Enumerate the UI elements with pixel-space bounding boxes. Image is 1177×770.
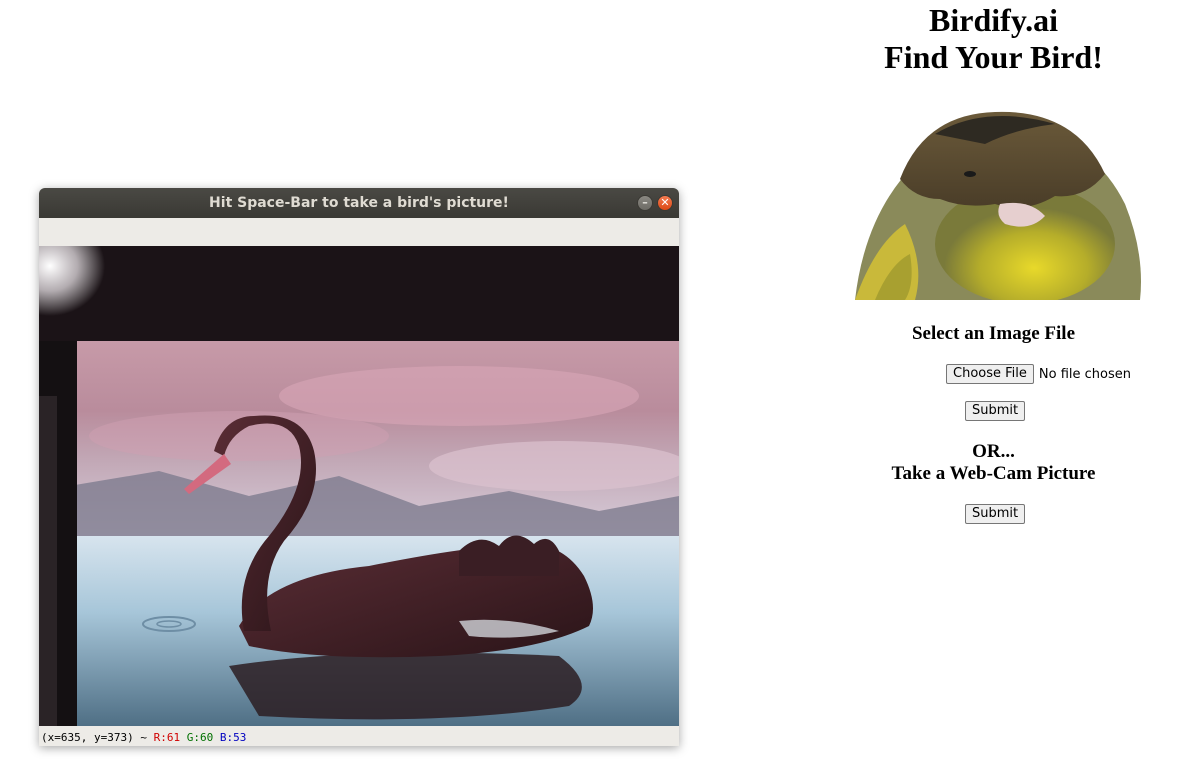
status-coords: (x=635, y=373) ~ — [41, 731, 154, 744]
file-status-text: No file chosen — [1038, 366, 1131, 382]
window-titlebar[interactable]: Hit Space-Bar to take a bird's picture! … — [39, 188, 679, 218]
status-red: R:61 — [153, 731, 181, 744]
site-title: Birdify.ai — [929, 2, 1058, 38]
window-toolbar — [39, 218, 679, 246]
window-title: Hit Space-Bar to take a bird's picture! — [209, 195, 509, 211]
submit-file-button[interactable]: Submit — [965, 401, 1026, 421]
or-section: OR... Take a Web-Cam Picture — [810, 441, 1177, 485]
webcam-heading: Take a Web-Cam Picture — [891, 463, 1096, 484]
webcam-image — [39, 246, 679, 726]
submit-webcam-button[interactable]: Submit — [965, 504, 1026, 524]
camera-window: Hit Space-Bar to take a bird's picture! … — [39, 188, 679, 746]
hero-bird-image — [855, 111, 1141, 300]
select-file-heading: Select an Image File — [911, 323, 1076, 344]
close-icon[interactable]: ✕ — [657, 195, 673, 211]
choose-file-button[interactable]: Choose File — [946, 364, 1034, 384]
window-controls: – ✕ — [637, 195, 673, 211]
birdify-page: Birdify.ai Find Your Bird! Select an Ima… — [810, 0, 1177, 524]
site-subtitle: Find Your Bird! — [884, 39, 1103, 75]
webcam-frame[interactable] — [39, 246, 679, 726]
desktop: Hit Space-Bar to take a bird's picture! … — [0, 0, 1177, 770]
or-heading: OR... — [972, 441, 1015, 462]
status-bar: (x=635, y=373) ~ R:61 G:60 B:53 — [39, 726, 679, 746]
file-input[interactable]: Choose File No file chosen — [946, 364, 1131, 384]
status-blue: B:53 — [219, 731, 247, 744]
minimize-icon[interactable]: – — [637, 195, 653, 211]
status-green: G:60 — [186, 731, 214, 744]
